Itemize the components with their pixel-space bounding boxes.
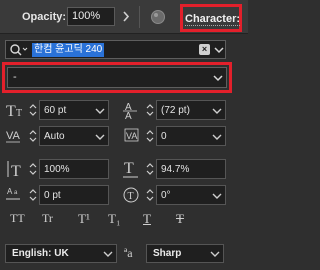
vertical-scale-input[interactable]: 100% xyxy=(39,159,109,179)
svg-text:A: A xyxy=(125,111,132,120)
opacity-label: Opacity: xyxy=(22,11,67,23)
leading-icon: A A xyxy=(123,102,137,120)
font-size-icon: T T xyxy=(6,103,22,120)
svg-text:T: T xyxy=(128,191,134,202)
horizontal-scale-stepper[interactable] xyxy=(146,161,154,177)
leading-stepper[interactable] xyxy=(146,102,154,118)
horizontal-scale-icon: T xyxy=(123,160,138,178)
chevron-down-icon[interactable] xyxy=(103,248,113,260)
baseline-shift-control: A a 0 pt xyxy=(5,185,117,205)
leading-value: (72 pt) xyxy=(161,105,190,116)
rotation-value: 0° xyxy=(161,190,171,201)
svg-text:A: A xyxy=(7,187,13,196)
svg-text:T: T xyxy=(11,163,21,179)
chevron-down-icon[interactable] xyxy=(214,44,224,56)
vertical-scale-control: T 100% xyxy=(5,159,117,179)
baseline-shift-icon: A a xyxy=(6,187,20,200)
rotation-input[interactable]: 0° xyxy=(156,185,226,205)
chevron-down-icon[interactable] xyxy=(95,131,105,143)
rotation-control: T 0° xyxy=(122,185,234,205)
opacity-input[interactable]: 100% xyxy=(67,7,115,26)
horizontal-scale-value: 94.7% xyxy=(161,164,190,175)
tracking-input[interactable]: 0 xyxy=(156,126,226,146)
search-icon xyxy=(10,44,28,56)
chevron-down-icon[interactable] xyxy=(212,105,222,117)
character-tab-label: Character: xyxy=(185,13,241,26)
anti-aliasing-value: Sharp xyxy=(153,248,182,259)
kerning-value: Auto xyxy=(44,131,65,142)
anti-aliasing-icon: ªa xyxy=(124,246,133,260)
kerning-control: VA Auto xyxy=(5,126,117,146)
options-bar: Opacity: 100% Character: xyxy=(0,0,248,34)
opacity-arrow-icon[interactable] xyxy=(120,7,132,26)
language-value: English: UK xyxy=(12,248,69,259)
font-size-control: T T 60 pt xyxy=(5,100,117,120)
kerning-icon: VA xyxy=(6,130,21,143)
tracking-value: 0 xyxy=(161,131,167,142)
character-tab[interactable]: Character: xyxy=(180,4,242,32)
chevron-down-icon[interactable] xyxy=(212,131,222,143)
superscript-button[interactable]: T¹ xyxy=(78,211,90,227)
chevron-down-icon[interactable] xyxy=(212,190,222,202)
chevron-down-icon[interactable] xyxy=(95,105,105,117)
rotation-stepper[interactable] xyxy=(146,187,154,203)
vertical-scale-value: 100% xyxy=(44,164,70,175)
anti-aliasing-dropdown[interactable]: Sharp xyxy=(146,244,224,263)
tracking-control: VA 0 xyxy=(122,126,234,146)
font-style-dropdown[interactable]: - xyxy=(7,67,227,88)
svg-text:T: T xyxy=(16,108,22,119)
font-family-field[interactable]: 한컴 윤고딕 240 × xyxy=(5,40,226,59)
font-size-stepper[interactable] xyxy=(29,102,37,118)
subscript-button[interactable]: T₁ xyxy=(108,211,120,227)
clear-icon[interactable]: × xyxy=(199,44,210,55)
font-size-input[interactable]: 60 pt xyxy=(39,100,109,120)
language-dropdown[interactable]: English: UK xyxy=(5,244,117,263)
leading-input[interactable]: (72 pt) xyxy=(156,100,226,120)
font-size-value: 60 pt xyxy=(44,105,67,116)
font-style-highlight: - xyxy=(2,62,232,93)
leading-control: A A (72 pt) xyxy=(122,100,234,120)
svg-text:VA: VA xyxy=(6,130,21,142)
font-family-value[interactable]: 한컴 윤고딕 240 xyxy=(32,43,105,57)
horizontal-scale-control: T 94.7% xyxy=(122,159,234,179)
chevron-down-icon[interactable] xyxy=(213,72,223,84)
globe-icon[interactable] xyxy=(150,9,166,25)
font-style-value: - xyxy=(13,71,17,83)
tracking-stepper[interactable] xyxy=(146,128,154,144)
baseline-shift-value: 0 pt xyxy=(44,190,61,201)
svg-text:T: T xyxy=(124,160,134,177)
chevron-down-icon[interactable] xyxy=(210,248,220,260)
divider xyxy=(139,6,140,28)
small-caps-button[interactable]: Tr xyxy=(42,211,53,227)
svg-text:T: T xyxy=(6,103,16,120)
kerning-stepper[interactable] xyxy=(29,128,37,144)
underline-button[interactable]: T xyxy=(143,211,151,227)
baseline-shift-stepper[interactable] xyxy=(29,187,37,203)
vertical-scale-stepper[interactable] xyxy=(29,161,37,177)
rotate-icon: T xyxy=(123,187,139,203)
svg-text:VA: VA xyxy=(126,131,137,141)
strikethrough-button[interactable]: T xyxy=(176,211,184,227)
baseline-shift-input[interactable]: 0 pt xyxy=(39,185,109,205)
tracking-icon: VA xyxy=(124,128,139,142)
svg-text:a: a xyxy=(14,190,18,196)
all-caps-button[interactable]: TT xyxy=(10,211,25,227)
horizontal-scale-input[interactable]: 94.7% xyxy=(156,159,226,179)
kerning-input[interactable]: Auto xyxy=(39,126,109,146)
vertical-scale-icon: T xyxy=(7,161,21,179)
